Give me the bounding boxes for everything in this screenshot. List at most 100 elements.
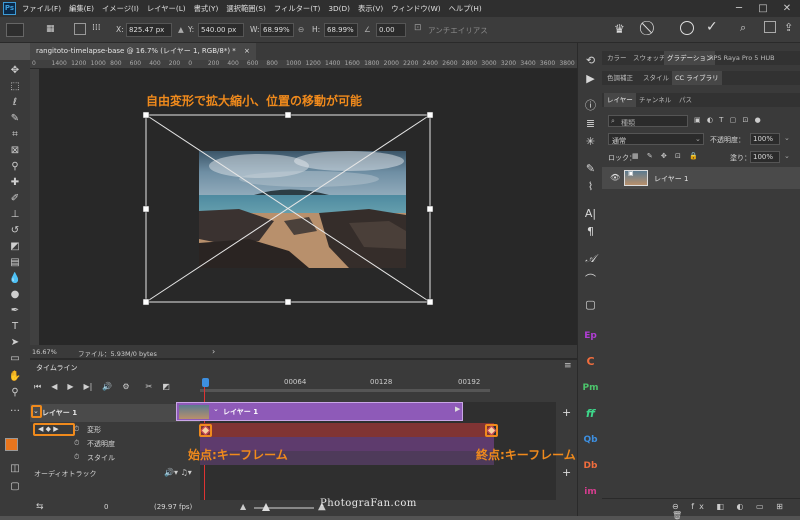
handle-bottom-left[interactable] xyxy=(142,298,150,306)
timeline-layer-column: ⏮ ◀ ▶ ▶| 🔊 ⚙ ✂ ◩ レイヤー 1 ▣▾ ⌄ ◀ ◆ ▶ ⏱ 変形 … xyxy=(30,374,200,516)
handle-top-right[interactable] xyxy=(426,111,434,119)
plugin-pm-icon[interactable]: Pm xyxy=(582,380,599,396)
timeline-title[interactable]: タイムライン xyxy=(36,363,78,373)
fill-field[interactable]: 100% xyxy=(750,151,780,163)
first-frame-icon[interactable]: ⏮ xyxy=(34,382,41,392)
convert-frame-icon[interactable]: ⇆ xyxy=(36,502,44,512)
paths-icon[interactable]: ⌒ xyxy=(582,272,599,288)
clip-label: レイヤー 1 xyxy=(223,408,259,416)
tab-swatches[interactable]: スウォッチ xyxy=(630,51,669,65)
layer-filter-icons[interactable]: ▣ ◐ T ▢ ⊡ ● xyxy=(694,116,763,124)
tab-color[interactable]: カラー xyxy=(604,51,630,65)
brushes-icon[interactable]: ⌇ xyxy=(582,179,599,195)
opacity-label: 不透明度： xyxy=(710,136,745,144)
layer-item-name: レイヤー 1 xyxy=(654,175,689,183)
layer-item[interactable]: 👁 ▣ レイヤー 1 xyxy=(602,167,800,189)
stopwatch-icon-opacity[interactable]: ⏱ xyxy=(74,439,79,448)
timeline-add-column: + + xyxy=(556,374,577,516)
handle-bottom-center[interactable] xyxy=(284,298,292,306)
stopwatch-icon-transform[interactable]: ⏱ xyxy=(74,425,79,434)
add-media-button[interactable]: + xyxy=(562,406,571,419)
opacity-chevron-icon[interactable]: ⌄ xyxy=(784,134,790,142)
tab-layers[interactable]: レイヤー xyxy=(604,93,636,107)
status-menu-arrow-icon[interactable]: › xyxy=(212,347,215,356)
zoom-level[interactable]: 16.67% xyxy=(32,348,57,356)
stopwatch-icon-style[interactable]: ⏱ xyxy=(74,453,79,462)
zoom-out-mountain-icon[interactable]: ▲ xyxy=(240,502,246,511)
history-icon[interactable]: ⟲ xyxy=(582,53,599,69)
panels-dock: カラー スウォッチ グラデーション RPS Raya Pro 5 HUB 色調補… xyxy=(602,43,800,520)
fps-label[interactable]: (29.97 fps) xyxy=(154,503,192,511)
tab-cc-libraries[interactable]: CC ライブラリ xyxy=(672,71,722,85)
blend-mode-chevron-icon: ⌄ xyxy=(695,135,701,143)
brush-settings-icon[interactable]: ✎ xyxy=(582,161,599,177)
status-bar: 16.67% ファイル：5.93M/0 bytes › xyxy=(30,345,577,358)
plugin-db-icon[interactable]: Db xyxy=(582,458,599,474)
work-area-bar[interactable] xyxy=(200,389,490,392)
play-icon[interactable]: ▶ xyxy=(67,382,73,392)
handle-top-center[interactable] xyxy=(284,111,292,119)
plugin-ep-icon[interactable]: Ep xyxy=(582,328,599,344)
layer-row[interactable]: レイヤー 1 ▣▾ xyxy=(30,404,200,422)
property-transform: 変形 xyxy=(87,426,101,434)
clip-end-handle-icon[interactable]: ▶ xyxy=(455,405,460,413)
timeline-header: タイムライン ≡ xyxy=(30,360,577,374)
timeline-ruler[interactable]: 00064 00128 00192 xyxy=(200,374,556,402)
chevron-down-icon: ⌄ xyxy=(33,407,39,415)
libraries-icon[interactable]: ▢ xyxy=(582,297,599,313)
paragraph-icon[interactable]: ¶ xyxy=(582,224,599,240)
transform-annotation: 自由変形で拡大縮小、位置の移動が可能 xyxy=(146,94,363,108)
clip-chevron-icon: ⌄ xyxy=(213,405,219,413)
fill-chevron-icon[interactable]: ⌄ xyxy=(784,152,790,160)
collapsed-panel-column: ⟲ ▶ ⓘ ≣ ✳ ✎ ⌇ A| ¶ 𝒜 ⌒ ▢ Ep C Pm ff Qb D… xyxy=(577,43,602,516)
audio-icon[interactable]: 🔊 xyxy=(102,382,112,392)
tab-channels[interactable]: チャンネル xyxy=(636,93,674,107)
split-icon[interactable]: ✂ xyxy=(146,382,153,392)
handle-middle-left[interactable] xyxy=(142,205,150,213)
actions-play-icon[interactable]: ▶ xyxy=(582,71,599,87)
layer-filter-kind: 種類 xyxy=(621,119,635,127)
video-clip[interactable]: ⌄ レイヤー 1 ▶ xyxy=(176,402,463,421)
layer-visibility-eye-icon[interactable]: 👁 xyxy=(610,173,620,182)
timeline-footer-left: ⇆ 0 (29.97 fps) xyxy=(30,500,200,516)
playhead-icon[interactable] xyxy=(202,378,209,387)
glyphs-icon[interactable]: 𝒜 xyxy=(582,251,599,267)
property-style: スタイル xyxy=(87,454,115,462)
settings-icon[interactable]: ⚙ xyxy=(122,382,129,392)
info-icon[interactable]: ⓘ xyxy=(582,98,599,114)
timeline-menu-icon[interactable]: ≡ xyxy=(564,361,572,371)
adjustments-icon[interactable]: ✳ xyxy=(582,134,599,150)
layers-footer-icons[interactable]: ⊖ fx ◧ ◐ ▭ ⊞ 🗑 xyxy=(672,502,800,520)
plugin-im-icon[interactable]: im xyxy=(582,484,599,500)
plugin-ff-icon[interactable]: ff xyxy=(582,406,599,422)
prev-keyframe-icon[interactable]: ◀ ◆ ▶ xyxy=(38,425,59,433)
handle-middle-right[interactable] xyxy=(426,205,434,213)
plugin-c-icon[interactable]: C xyxy=(582,354,599,370)
playback-controls: ⏮ ◀ ▶ ▶| 🔊 ⚙ ✂ ◩ xyxy=(34,382,170,392)
panel-tabs-row-3: レイヤー チャンネル パス xyxy=(602,93,800,107)
lock-icons[interactable]: ▦ ✎ ✥ ⊡ 🔒 xyxy=(632,152,701,160)
opacity-field[interactable]: 100% xyxy=(750,133,780,145)
layer-filter-field[interactable]: ⌕ 種類 xyxy=(608,115,688,127)
frame-counter: 0 xyxy=(104,503,109,511)
panel-tabs-row-2: 色調補正 スタイル CC ライブラリ xyxy=(602,71,800,85)
character-icon[interactable]: A| xyxy=(582,206,599,222)
zoom-slider-thumb[interactable] xyxy=(262,503,270,511)
tab-raya-pro[interactable]: RPS Raya Pro 5 HUB xyxy=(706,51,778,65)
plugin-qb-icon[interactable]: Qb xyxy=(582,432,599,448)
add-audio-button[interactable]: + xyxy=(562,466,571,479)
timeline-layer-name: レイヤー 1 xyxy=(42,409,78,417)
prev-frame-icon[interactable]: ◀ xyxy=(51,382,57,392)
tab-styles[interactable]: スタイル xyxy=(640,71,672,85)
transition-icon[interactable]: ◩ xyxy=(162,382,170,392)
audio-track-icons[interactable]: 🔊▾ ♫▾ xyxy=(164,468,192,477)
next-frame-icon[interactable]: ▶| xyxy=(84,382,93,392)
blend-mode-select[interactable]: 通常 ⌄ xyxy=(608,133,704,145)
tab-adjustments[interactable]: 色調補正 xyxy=(604,71,636,85)
tab-paths[interactable]: パス xyxy=(676,93,695,107)
handle-top-left[interactable] xyxy=(142,111,150,119)
file-info: ファイル：5.93M/0 bytes xyxy=(78,350,157,358)
properties-icon[interactable]: ≣ xyxy=(582,116,599,132)
handle-bottom-right[interactable] xyxy=(426,298,434,306)
layers-footer: ⊖ fx ◧ ◐ ▭ ⊞ 🗑 xyxy=(602,498,800,520)
